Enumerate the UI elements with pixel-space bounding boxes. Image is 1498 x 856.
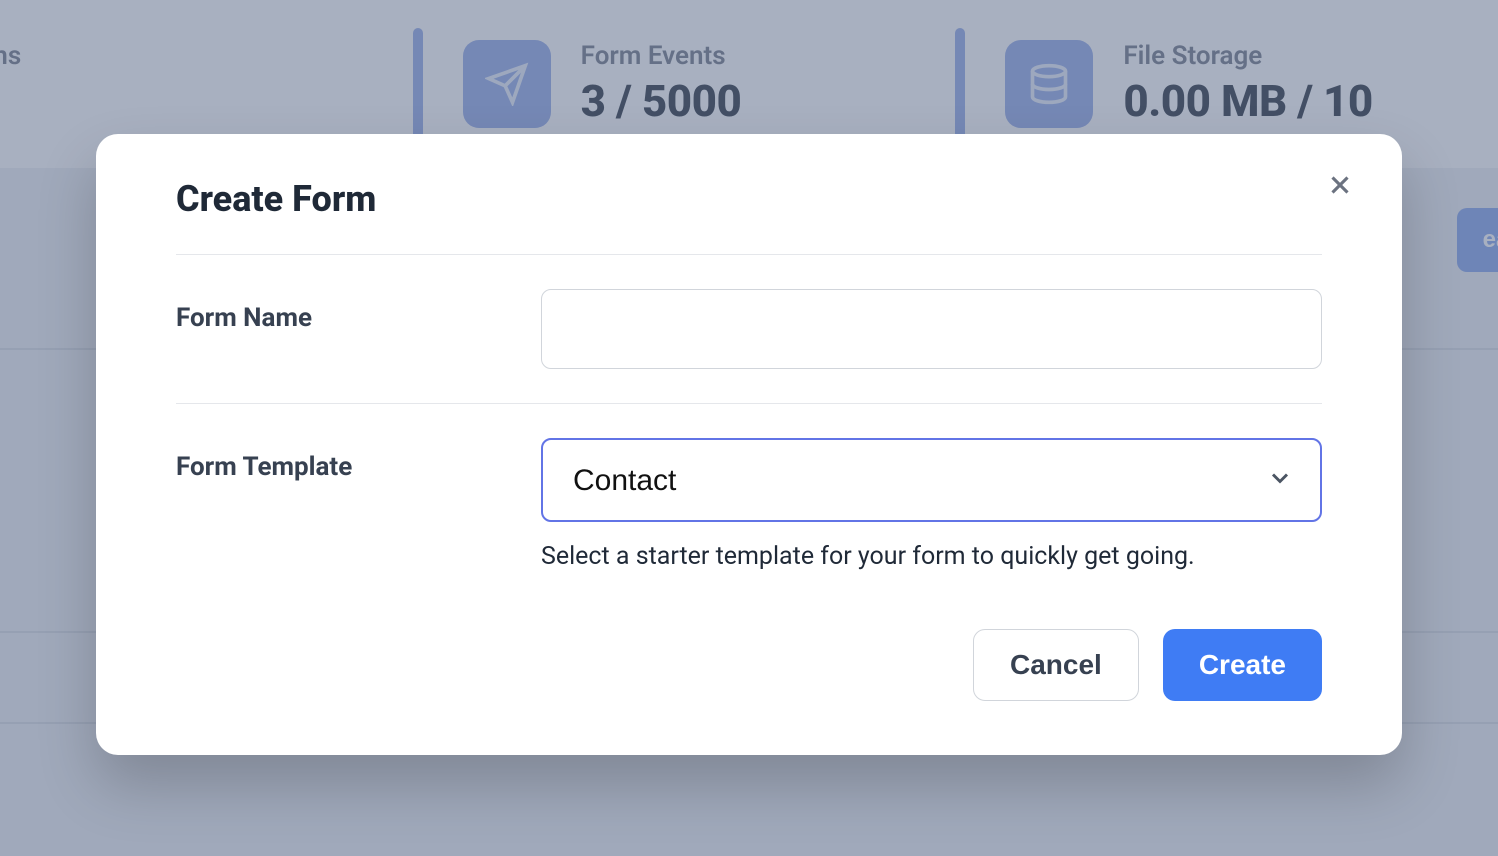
field-row-form-name: Form Name: [176, 255, 1322, 403]
cancel-button[interactable]: Cancel: [973, 629, 1139, 701]
form-name-input[interactable]: [541, 289, 1322, 369]
form-template-help: Select a starter template for your form …: [541, 542, 1322, 571]
close-icon: [1325, 170, 1355, 203]
create-form-modal: Create Form Form Name Form Template Cont…: [96, 134, 1402, 755]
form-template-select[interactable]: Contact: [541, 438, 1322, 522]
form-template-label: Form Template: [176, 438, 541, 482]
modal-actions: Cancel Create: [176, 629, 1322, 701]
modal-overlay[interactable]: Create Form Form Name Form Template Cont…: [0, 0, 1498, 856]
close-button[interactable]: [1320, 166, 1360, 206]
form-name-label: Form Name: [176, 289, 541, 333]
create-button[interactable]: Create: [1163, 629, 1322, 701]
modal-title: Create Form: [176, 178, 1322, 220]
field-row-form-template: Form Template Contact Select a starter t…: [176, 404, 1322, 605]
